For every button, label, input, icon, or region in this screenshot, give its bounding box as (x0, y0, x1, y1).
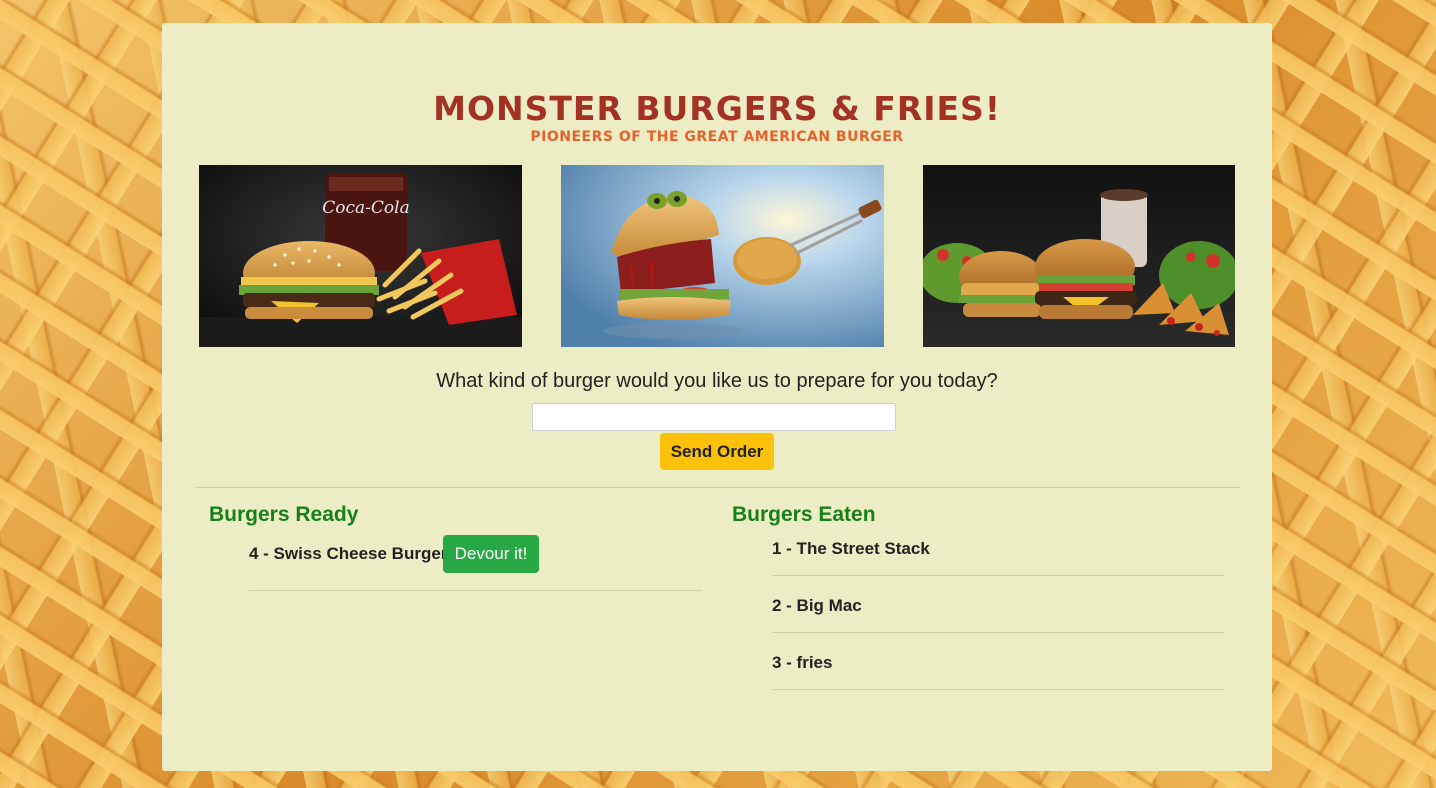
burger-name-input[interactable] (532, 403, 896, 431)
eaten-list: 1 - The Street Stack 2 - Big Mac 3 - fri… (772, 519, 1224, 690)
eaten-item-label: 2 - Big Mac (772, 596, 862, 615)
eaten-list-item: 3 - fries (772, 633, 1224, 690)
page-title: Monster Burgers & Fries! (433, 89, 1001, 128)
burger-cola-fries-photo: Coca-Cola (199, 165, 522, 347)
monster-burger-photo (561, 165, 884, 347)
page-subtitle: Pioneers of the great American burger (530, 129, 904, 145)
ready-list-item: 4 - Swiss Cheese Burger Devour it! (249, 530, 702, 591)
section-divider (195, 487, 1240, 488)
devour-button[interactable]: Devour it! (443, 535, 539, 573)
eaten-list-item: 1 - The Street Stack (772, 519, 1224, 576)
main-panel: Monster Burgers & Fries! Pioneers of the… (162, 23, 1272, 771)
eaten-item-label: 3 - fries (772, 653, 833, 672)
burgers-ready-heading: Burgers Ready (209, 503, 359, 526)
eaten-item-label: 1 - The Street Stack (772, 539, 930, 558)
send-order-button[interactable]: Send Order (660, 433, 774, 470)
svg-text:Coca-Cola: Coca-Cola (322, 198, 409, 218)
order-question: What kind of burger would you like us to… (436, 370, 998, 392)
eaten-list-item: 2 - Big Mac (772, 576, 1224, 633)
burger-spread-photo (923, 165, 1235, 347)
ready-item-label: 4 - Swiss Cheese Burger (249, 544, 448, 563)
